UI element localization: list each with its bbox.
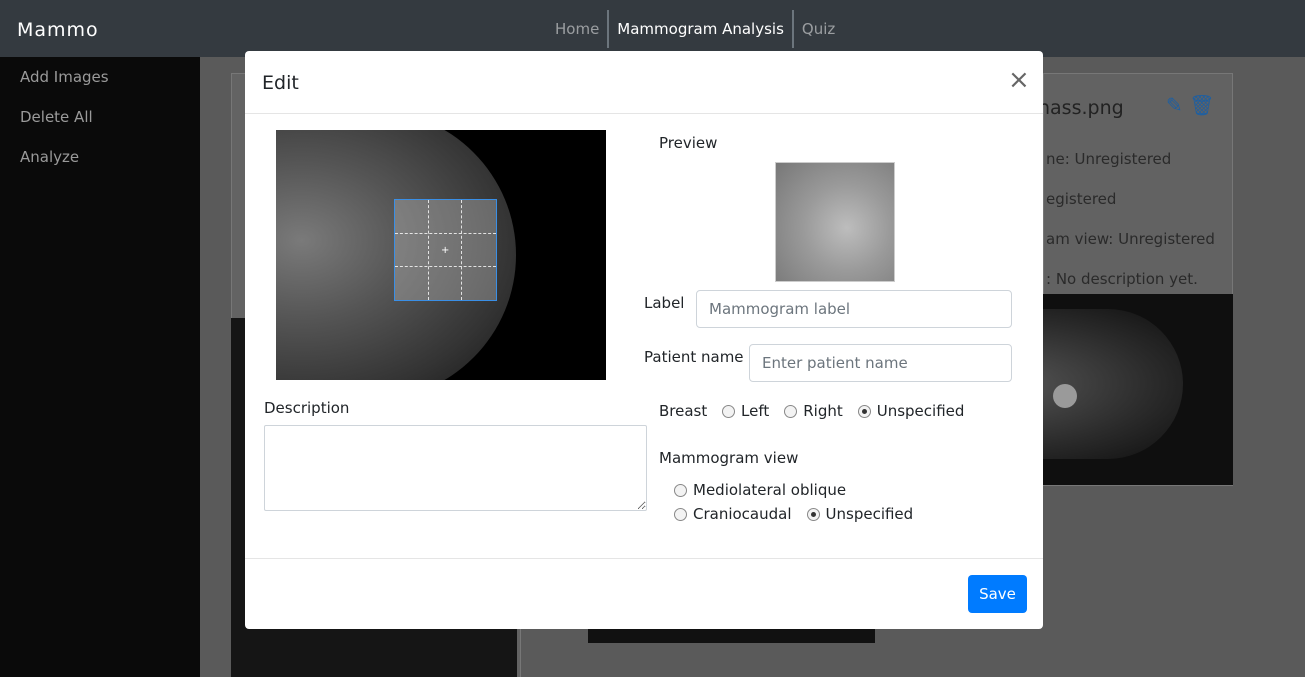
patient-name-input[interactable] [749, 344, 1012, 382]
card-info-line: egistered [1046, 190, 1117, 208]
save-button[interactable]: Save [968, 575, 1027, 613]
edit-icon[interactable]: ✎ [1166, 93, 1183, 117]
radio-button[interactable] [806, 507, 820, 521]
radio-button[interactable] [784, 404, 798, 418]
mammogram-view-label: Mammogram view [659, 449, 799, 467]
sidebar-item-add-images[interactable]: Add Images [0, 57, 200, 97]
card-actions: ✎ 🗑 [1166, 93, 1215, 117]
option-label: Mediolateral oblique [693, 481, 847, 499]
sidebar: Add Images Delete All Analyze [0, 57, 200, 677]
modal-footer [245, 558, 1043, 629]
option-label: Craniocaudal [693, 505, 792, 523]
card-info-line: am view: Unregistered [1046, 230, 1215, 248]
radio-button[interactable] [674, 483, 687, 497]
crop-preview-image [775, 162, 895, 282]
sidebar-item-analyze[interactable]: Analyze [0, 137, 200, 177]
breast-radio-group: Left Right Unspecified [722, 402, 979, 420]
trash-icon[interactable]: 🗑 [1189, 93, 1214, 117]
mammogram-thumbnail [1043, 294, 1233, 485]
crop-guide [461, 200, 462, 300]
close-button[interactable]: × [1008, 67, 1030, 93]
view-option-unspecified[interactable]: Unspecified [806, 505, 914, 523]
nav-links: Home Mammogram Analysis Quiz [547, 10, 843, 48]
option-label: Right [803, 402, 843, 420]
radio-button[interactable] [857, 404, 871, 418]
nav-home[interactable]: Home [547, 10, 607, 48]
breast-option-left[interactable]: Left [722, 402, 769, 420]
modal-header: Edit × [245, 51, 1043, 114]
modal-title: Edit [262, 72, 299, 94]
mass-marker [1053, 384, 1077, 408]
sidebar-item-delete-all[interactable]: Delete All [0, 97, 200, 137]
navbar: Mammo Home Mammogram Analysis Quiz [0, 0, 1305, 57]
radio-button[interactable] [674, 507, 687, 521]
view-radio-group-row1: Mediolateral oblique [674, 481, 861, 499]
option-label: Unspecified [876, 402, 965, 420]
view-radio-group-row2: Craniocaudal Unspecified [674, 505, 928, 523]
card-info-line: : No description yet. [1046, 270, 1198, 288]
breast-label: Breast [659, 402, 708, 420]
view-option-mlo[interactable]: Mediolateral oblique [674, 481, 846, 499]
card-info-line: ne: Unregistered [1046, 150, 1172, 168]
description-label: Description [264, 399, 350, 417]
crop-guide [395, 266, 496, 267]
breast-option-right[interactable]: Right [784, 402, 843, 420]
nav-mammogram-analysis[interactable]: Mammogram Analysis [607, 10, 792, 48]
crop-selection-box[interactable]: + [394, 199, 497, 301]
crop-guide [395, 233, 496, 234]
description-textarea[interactable] [264, 425, 647, 511]
brand-logo[interactable]: Mammo [17, 19, 99, 41]
label-field-label: Label [644, 294, 685, 312]
crop-guide [428, 200, 429, 300]
view-option-cc[interactable]: Craniocaudal [674, 505, 792, 523]
image-cropper[interactable]: + [276, 130, 606, 380]
breast-option-unspecified[interactable]: Unspecified [857, 402, 965, 420]
label-input[interactable] [696, 290, 1012, 328]
option-label: Left [741, 402, 770, 420]
radio-button[interactable] [722, 404, 735, 418]
preview-label: Preview [659, 134, 718, 152]
patient-name-label: Patient name [644, 348, 744, 366]
nav-quiz[interactable]: Quiz [791, 10, 843, 48]
card-title: nass.png [1038, 97, 1124, 119]
option-label: Unspecified [825, 505, 914, 523]
crop-center-icon: + [441, 245, 450, 256]
edit-modal: Edit × + Description Preview Label Patie… [245, 51, 1043, 629]
